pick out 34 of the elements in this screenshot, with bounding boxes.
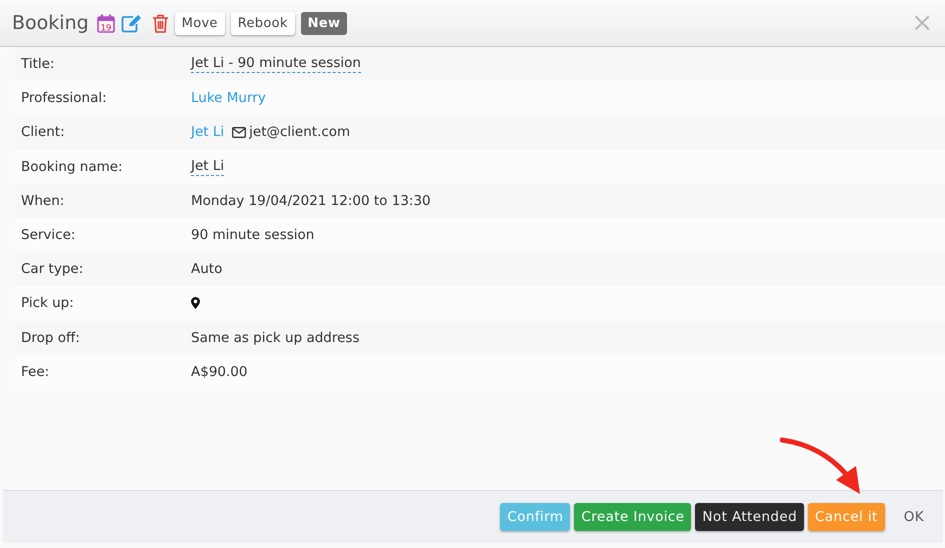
detail-value: Auto (191, 261, 222, 278)
detail-label: Car type: (21, 261, 84, 278)
detail-value: Monday 19/04/2021 12:00 to 13:30 (191, 192, 431, 209)
calendar-icon[interactable]: 19 (96, 14, 115, 32)
ok-button[interactable]: OK (896, 503, 931, 531)
status-badge: New (300, 12, 348, 34)
detail-value: A$90.00 (191, 364, 248, 380)
header-button[interactable]: Move (174, 12, 225, 34)
action-button[interactable]: Not Attended (695, 503, 804, 531)
header-button[interactable]: Rebook (230, 12, 295, 34)
action-button[interactable]: Cancel it (808, 503, 885, 531)
detail-label: Drop off: (21, 330, 81, 346)
professional-link[interactable]: Luke Murry (191, 90, 266, 106)
detail-label: When: (21, 192, 66, 209)
detail-label: Pick up: (21, 295, 75, 312)
detail-label: Fee: (21, 364, 50, 380)
map-pin-icon (191, 297, 200, 310)
editable-value[interactable]: Jet Li - 90 minute session (191, 55, 361, 74)
detail-label: Client: (21, 124, 66, 140)
dialog-title: Booking (12, 12, 89, 34)
detail-label: Service: (21, 227, 76, 244)
action-button[interactable]: Create Invoice (574, 503, 692, 531)
action-button[interactable]: Confirm (500, 503, 570, 531)
detail-label: Professional: (21, 90, 108, 106)
detail-value: 90 minute session (191, 227, 314, 244)
detail-label: Title: (21, 56, 56, 72)
email-text: jet@client.com (249, 124, 350, 140)
edit-icon[interactable] (120, 14, 142, 32)
envelope-icon (232, 126, 246, 138)
trash-icon[interactable] (152, 14, 169, 32)
editable-value[interactable]: Jet Li (191, 158, 224, 176)
detail-label: Booking name: (21, 158, 124, 175)
client-link[interactable]: Jet Li (191, 124, 224, 140)
detail-value: Same as pick up address (191, 330, 360, 346)
